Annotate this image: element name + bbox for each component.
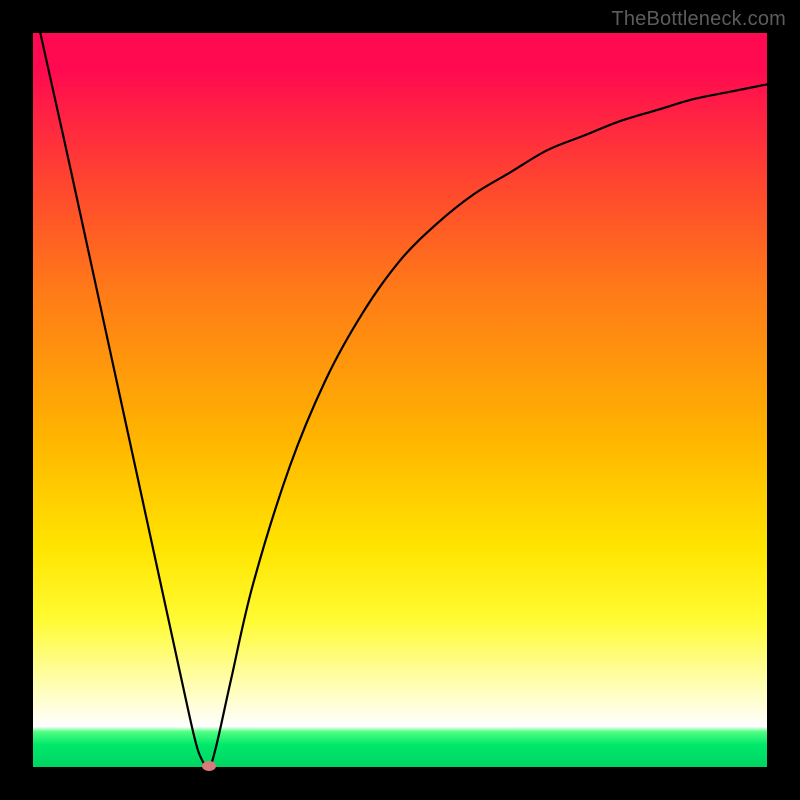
bottleneck-curve <box>33 33 767 767</box>
plot-area <box>33 33 767 767</box>
chart-frame: TheBottleneck.com <box>0 0 800 800</box>
watermark-text: TheBottleneck.com <box>611 8 786 31</box>
optimal-marker <box>202 761 216 771</box>
curve-path <box>40 33 767 768</box>
